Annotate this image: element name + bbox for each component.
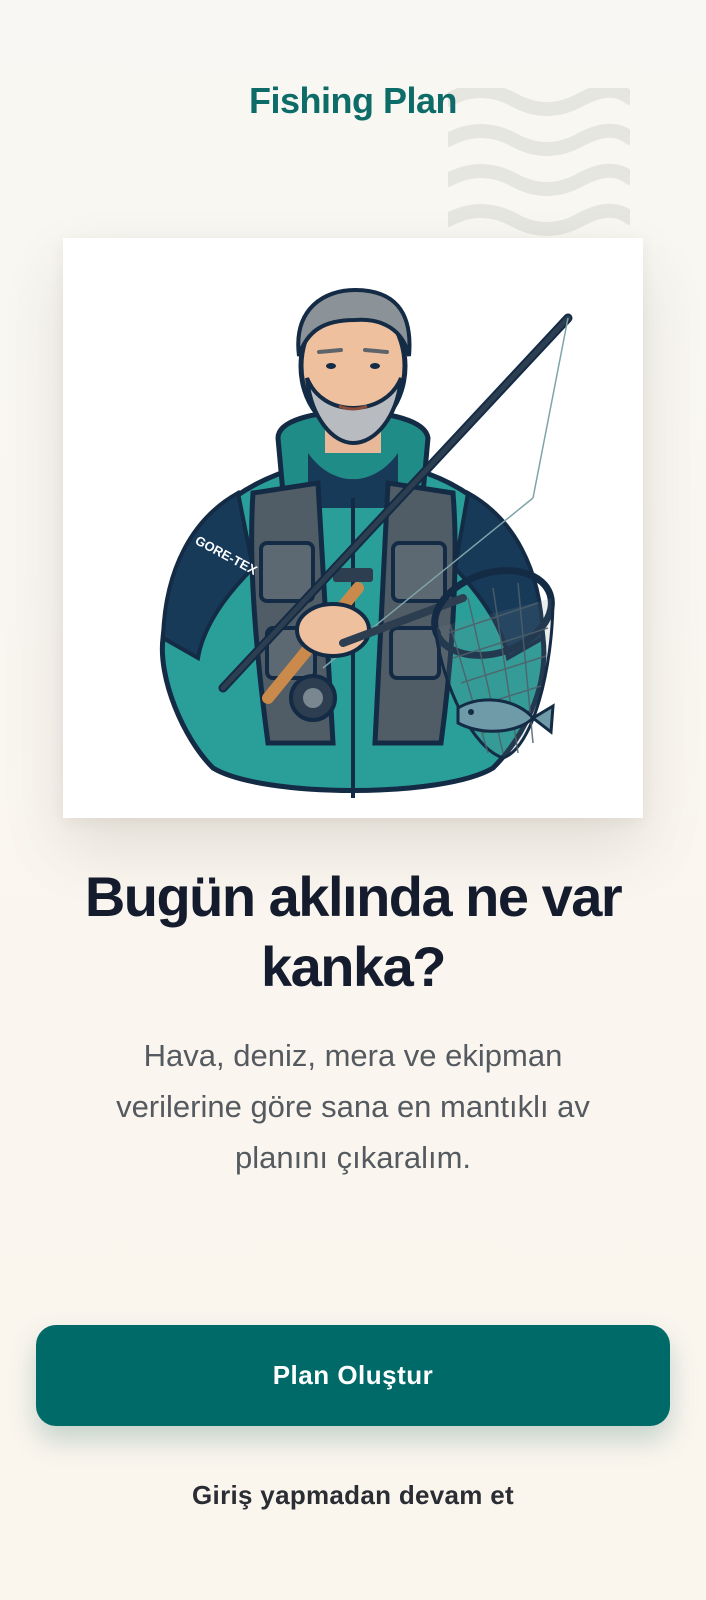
headline-line-2: kanka? — [261, 935, 447, 998]
headline-line-1: Bugün aklında ne var — [84, 865, 623, 928]
welcome-description: Hava, deniz, mera ve ekipman verilerine … — [80, 1030, 626, 1183]
welcome-screen: Fishing Plan GORE-TEX Bugün aklında ne v… — [0, 0, 706, 1600]
description-line-2: verilerine göre sana en mantıklı av — [116, 1089, 590, 1124]
create-plan-button[interactable]: Plan Oluştur — [36, 1325, 670, 1426]
fisherman-illustration: GORE-TEX — [159, 287, 573, 798]
continue-without-login-link[interactable]: Giriş yapmadan devam et — [0, 1480, 706, 1511]
description-line-3: planını çıkaralım. — [234, 1140, 472, 1175]
welcome-headline: Bugün aklında ne var kanka? — [60, 862, 646, 1002]
description-line-1: Hava, deniz, mera ve ekipman — [143, 1038, 563, 1073]
app-title: Fishing Plan — [248, 80, 458, 121]
hero-image-card: GORE-TEX — [63, 238, 643, 818]
